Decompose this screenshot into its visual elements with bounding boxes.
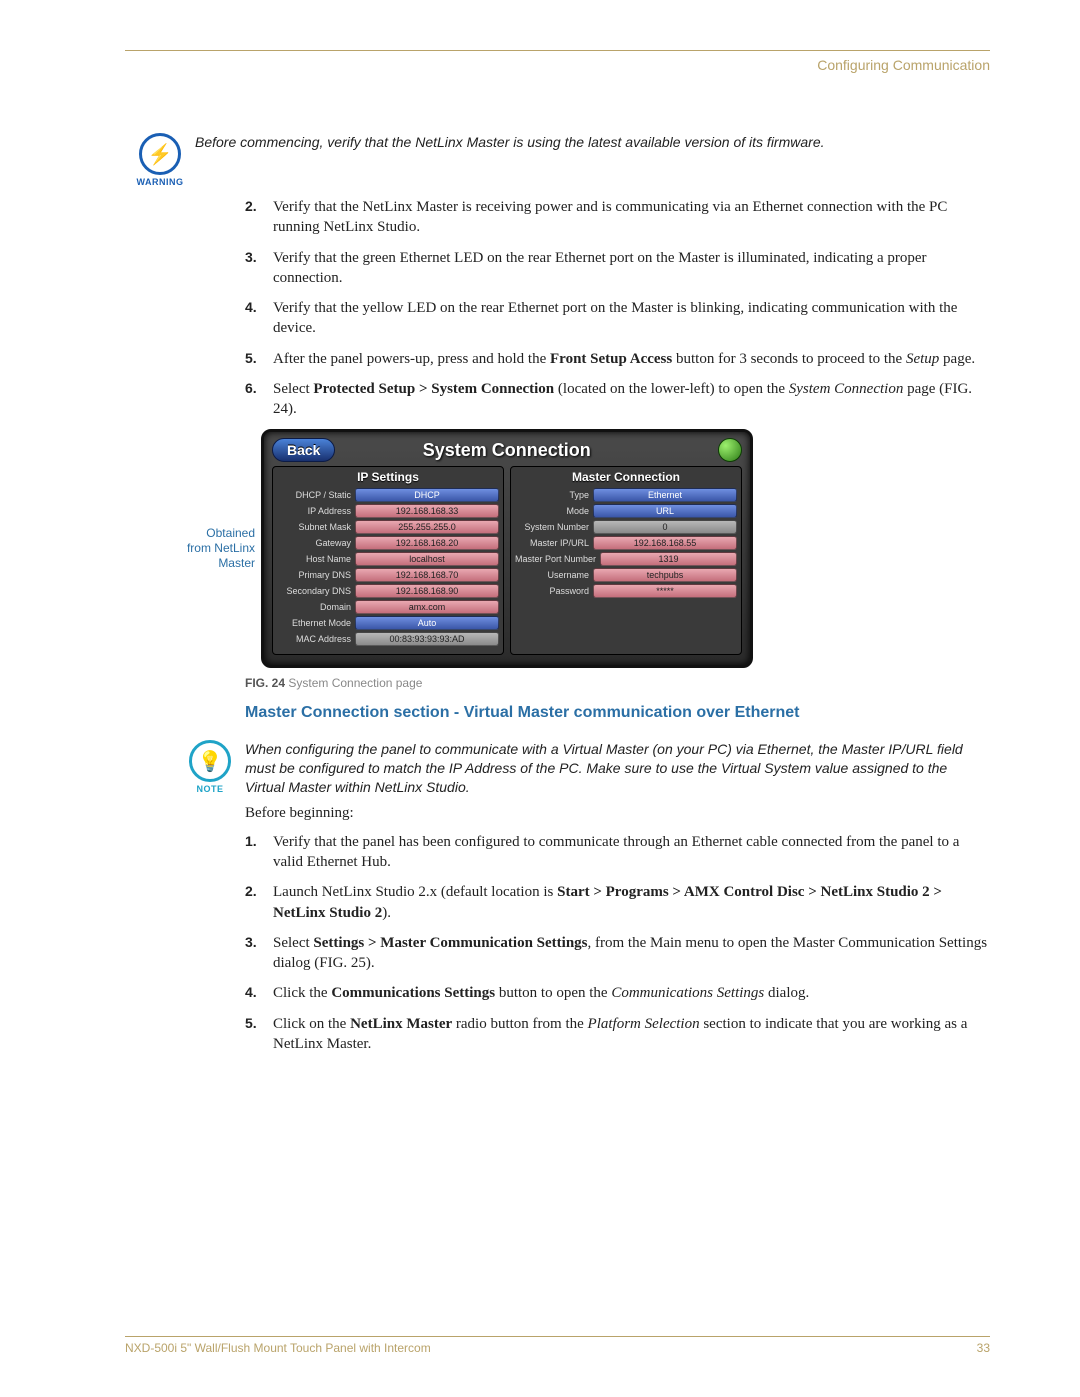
ip-settings-header: IP Settings (277, 470, 499, 484)
step-item: 3.Verify that the green Ethernet LED on … (245, 248, 990, 289)
setting-value[interactable]: 00:83:93:93:93:AD (355, 632, 499, 646)
step-item: 2.Launch NetLinx Studio 2.x (default loc… (245, 882, 990, 923)
setting-value[interactable]: 192.168.168.20 (355, 536, 499, 550)
step-item: 1.Verify that the panel has been configu… (245, 832, 990, 873)
step-item: 5.Click on the NetLinx Master radio butt… (245, 1014, 990, 1055)
figure-callout: Obtained from NetLinx Master (185, 526, 255, 571)
setting-value[interactable]: 192.168.168.90 (355, 584, 499, 598)
setting-row: TypeEthernet (515, 488, 737, 502)
page-number: 33 (977, 1341, 990, 1355)
footer-product: NXD-500i 5" Wall/Flush Mount Touch Panel… (125, 1341, 431, 1355)
step-item: 6.Select Protected Setup > System Connec… (245, 379, 990, 420)
before-beginning: Before beginning: (245, 805, 990, 822)
warning-icon: ⚡ WARNING (125, 133, 195, 187)
setting-row: Ethernet ModeAuto (277, 616, 499, 630)
note-icon: 💡 NOTE (175, 740, 245, 794)
setting-row: Subnet Mask255.255.255.0 (277, 520, 499, 534)
setting-value[interactable]: DHCP (355, 488, 499, 502)
setting-row: IP Address192.168.168.33 (277, 504, 499, 518)
setting-row: Secondary DNS192.168.168.90 (277, 584, 499, 598)
setting-value[interactable]: Ethernet (593, 488, 737, 502)
setting-value[interactable]: URL (593, 504, 737, 518)
setting-value[interactable]: 0 (593, 520, 737, 534)
setting-row: Primary DNS192.168.168.70 (277, 568, 499, 582)
header-section: Configuring Communication (125, 57, 990, 73)
setting-value[interactable]: amx.com (355, 600, 499, 614)
note-text: When configuring the panel to communicat… (245, 740, 990, 797)
panel-title: System Connection (295, 440, 718, 461)
section-heading: Master Connection section - Virtual Mast… (245, 704, 990, 722)
setting-row: Host Namelocalhost (277, 552, 499, 566)
setting-value[interactable]: Auto (355, 616, 499, 630)
setting-row: ModeURL (515, 504, 737, 518)
step-item: 2.Verify that the NetLinx Master is rece… (245, 197, 990, 238)
setting-row: Gateway192.168.168.20 (277, 536, 499, 550)
setting-row: Password***** (515, 584, 737, 598)
setting-value[interactable]: 192.168.168.33 (355, 504, 499, 518)
setting-row: System Number0 (515, 520, 737, 534)
setting-row: MAC Address00:83:93:93:93:AD (277, 632, 499, 646)
setting-value[interactable]: techpubs (593, 568, 737, 582)
setting-row: DHCP / StaticDHCP (277, 488, 499, 502)
figure-caption: FIG. 24 System Connection page (245, 676, 990, 690)
steps-list-a: 2.Verify that the NetLinx Master is rece… (245, 197, 990, 419)
setting-value[interactable]: 192.168.168.55 (593, 536, 737, 550)
setting-row: Usernametechpubs (515, 568, 737, 582)
setting-value[interactable]: 255.255.255.0 (355, 520, 499, 534)
step-item: 5.After the panel powers-up, press and h… (245, 349, 990, 369)
status-ok-icon (718, 438, 742, 462)
figure-24: Obtained from NetLinx Master Back System… (185, 429, 990, 668)
setting-value[interactable]: 1319 (600, 552, 737, 566)
setting-row: Master Port Number1319 (515, 552, 737, 566)
setting-value[interactable]: ***** (593, 584, 737, 598)
warning-text: Before commencing, verify that the NetLi… (195, 133, 990, 152)
setting-row: Domainamx.com (277, 600, 499, 614)
steps-list-b: 1.Verify that the panel has been configu… (245, 832, 990, 1054)
master-connection-header: Master Connection (515, 470, 737, 484)
setting-value[interactable]: 192.168.168.70 (355, 568, 499, 582)
step-item: 4.Verify that the yellow LED on the rear… (245, 298, 990, 339)
setting-value[interactable]: localhost (355, 552, 499, 566)
setting-row: Master IP/URL192.168.168.55 (515, 536, 737, 550)
step-item: 3.Select Settings > Master Communication… (245, 933, 990, 974)
step-item: 4.Click the Communications Settings butt… (245, 983, 990, 1003)
